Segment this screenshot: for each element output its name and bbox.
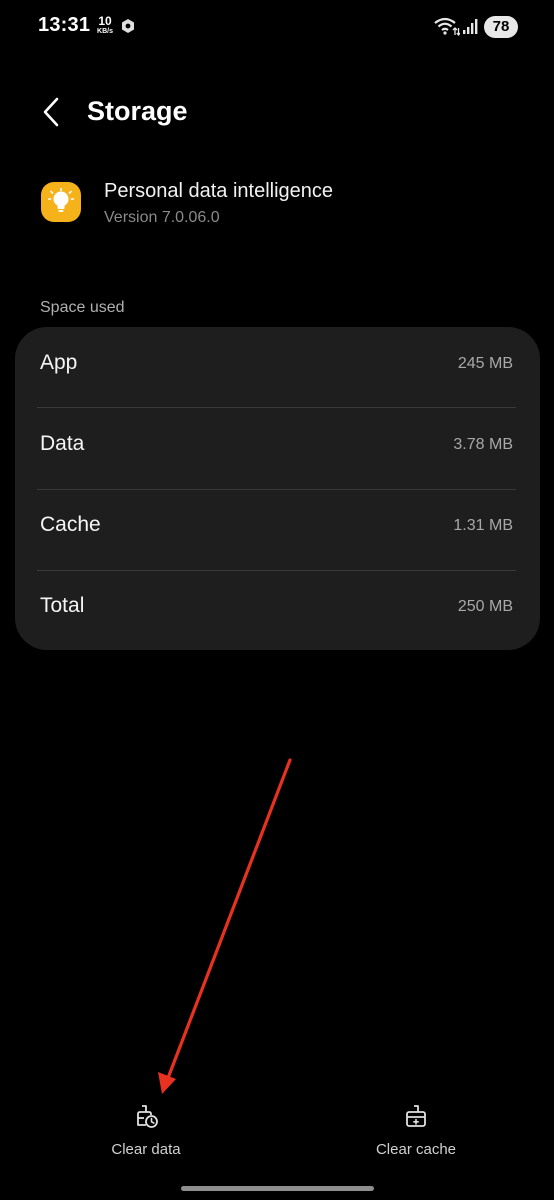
chevron-left-icon (43, 97, 59, 127)
row-label: App (40, 351, 78, 374)
storage-row-cache: Cache 1.31 MB (15, 489, 540, 569)
clear-data-label: Clear data (111, 1141, 181, 1158)
status-bar: 13:31 10 KB/s 78 (0, 0, 554, 54)
network-speed: 10 KB/s (93, 15, 117, 35)
home-indicator[interactable] (181, 1186, 374, 1191)
network-speed-unit: KB/s (97, 28, 113, 35)
storage-row-app: App 245 MB (15, 327, 540, 407)
lightbulb-icon (48, 188, 74, 212)
row-value: 245 MB (457, 355, 513, 372)
status-time: 13:31 (38, 14, 91, 36)
row-value: 3.78 MB (453, 436, 513, 453)
hexagon-notification-icon (122, 19, 134, 33)
row-label: Data (40, 432, 85, 455)
app-icon (41, 182, 81, 222)
battery-indicator: 78 (484, 16, 518, 38)
cellular-signal-icon (463, 19, 478, 34)
clear-cache-icon (406, 1105, 426, 1127)
storage-row-total: Total 250 MB (15, 570, 540, 650)
row-label: Cache (40, 513, 101, 536)
app-name: Personal data intelligence (104, 180, 334, 202)
storage-row-data: Data 3.78 MB (15, 408, 540, 488)
storage-card: App 245 MB Data 3.78 MB Cache 1.31 MB To… (15, 327, 540, 650)
clear-cache-button[interactable]: Clear cache (346, 1102, 486, 1170)
clear-data-button[interactable]: Clear data (76, 1102, 216, 1170)
space-used-label: Space used (40, 299, 125, 316)
page-title: Storage (87, 96, 188, 126)
clear-data-icon (137, 1105, 158, 1128)
back-button[interactable] (34, 92, 68, 132)
row-value: 1.31 MB (453, 517, 513, 534)
network-speed-value: 10 (98, 14, 112, 28)
clear-cache-label: Clear cache (375, 1141, 457, 1158)
row-label: Total (40, 594, 85, 617)
wifi-icon (434, 17, 460, 36)
app-version: Version 7.0.06.0 (104, 209, 220, 226)
row-value: 250 MB (457, 598, 513, 615)
